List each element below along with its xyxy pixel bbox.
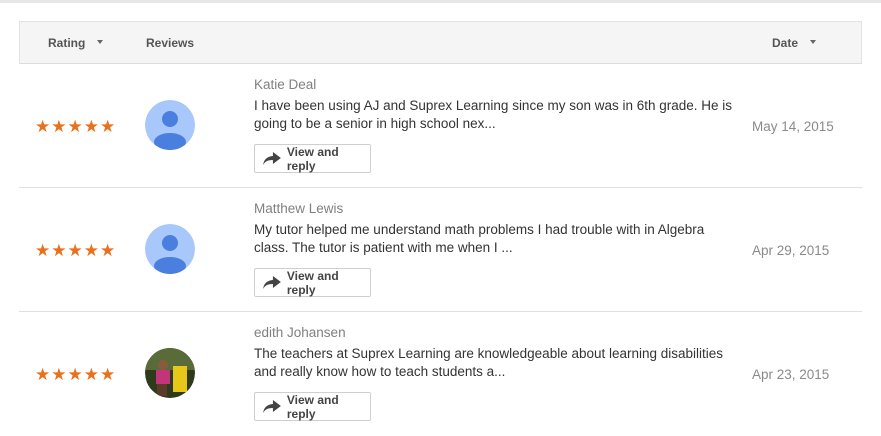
date-column-header[interactable]: Date bbox=[772, 36, 817, 50]
view-and-reply-button[interactable]: View and reply bbox=[254, 144, 371, 173]
reviewer-name: Katie Deal bbox=[254, 77, 317, 92]
view-and-reply-button[interactable]: View and reply bbox=[254, 268, 371, 297]
button-label: View and reply bbox=[286, 144, 339, 173]
table-row: ★★★★★ Katie Deal I have been using AJ an… bbox=[19, 64, 862, 188]
rating-header-label: Rating bbox=[48, 36, 86, 50]
reviewer-name: edith Johansen bbox=[254, 325, 346, 340]
review-text: The teachers at Suprex Learning are know… bbox=[254, 346, 724, 379]
reply-arrow-icon bbox=[263, 152, 281, 165]
sort-caret-icon bbox=[810, 40, 817, 45]
button-label: View and reply bbox=[286, 268, 339, 297]
star-rating: ★★★★★ bbox=[35, 241, 117, 260]
table-row: ★★★★★ edith Johansen The teachers at Sup… bbox=[19, 312, 862, 436]
reviews-table: Rating Reviews Date ★★★★★ Katie Deal I h… bbox=[19, 21, 862, 436]
review-text: My tutor helped me understand math probl… bbox=[254, 222, 705, 255]
review-date: Apr 23, 2015 bbox=[752, 367, 830, 382]
reviews-column-header: Reviews bbox=[146, 36, 195, 50]
default-avatar-icon bbox=[145, 224, 195, 274]
top-divider bbox=[0, 0, 881, 3]
photo-avatar bbox=[145, 348, 195, 398]
table-row: ★★★★★ Matthew Lewis My tutor helped me u… bbox=[19, 188, 862, 312]
button-label: View and reply bbox=[286, 392, 339, 421]
table-header: Rating Reviews Date bbox=[19, 21, 862, 64]
review-text: I have been using AJ and Suprex Learning… bbox=[254, 98, 733, 131]
star-rating: ★★★★★ bbox=[35, 365, 117, 384]
default-avatar-icon bbox=[145, 100, 195, 150]
reply-arrow-icon bbox=[263, 400, 281, 413]
view-and-reply-button[interactable]: View and reply bbox=[254, 392, 371, 421]
review-date: May 14, 2015 bbox=[752, 119, 834, 134]
reply-arrow-icon bbox=[263, 276, 281, 289]
rating-column-header[interactable]: Rating bbox=[48, 36, 104, 50]
review-date: Apr 29, 2015 bbox=[752, 243, 830, 258]
sort-caret-icon bbox=[97, 40, 104, 45]
reviewer-name: Matthew Lewis bbox=[254, 201, 344, 216]
date-header-label: Date bbox=[772, 36, 799, 50]
star-rating: ★★★★★ bbox=[35, 117, 117, 136]
